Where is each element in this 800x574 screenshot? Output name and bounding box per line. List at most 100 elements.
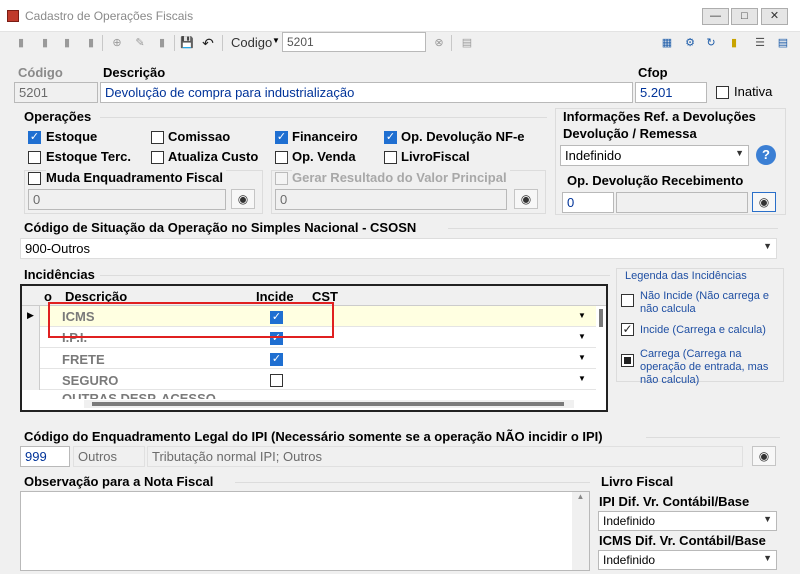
cfop-input[interactable]: 5.201 [635, 82, 707, 103]
livro-fiscal-label: LivroFiscal [401, 149, 470, 164]
op-devolucao-nfe-label: Op. Devolução NF-e [401, 129, 525, 144]
vertical-scrollbar[interactable] [596, 306, 606, 400]
delete-icon[interactable]: ▮ [155, 36, 169, 50]
devolucao-remessa-select[interactable]: Indefinido ▼ [560, 145, 749, 166]
chevron-down-icon: ▼ [735, 148, 744, 158]
observacao-textarea[interactable] [20, 491, 590, 571]
chevron-down-icon[interactable]: ▼ [578, 332, 586, 341]
save-icon[interactable]: 💾 [180, 36, 194, 50]
table-row[interactable] [40, 369, 596, 390]
atualiza-custo-checkbox[interactable] [151, 151, 164, 164]
enquadramento-code-input[interactable]: 999 [20, 446, 70, 467]
ipi-dif-select[interactable]: Indefinido ▼ [598, 511, 777, 531]
csosn-select[interactable]: 900-Outros ▼ [20, 238, 777, 259]
muda-enquadramento-label: Muda Enquadramento Fiscal [46, 170, 226, 185]
ipi-dif-label: IPI Dif. Vr. Contábil/Base [599, 494, 750, 509]
op-recebimento-code-input[interactable]: 0 [562, 192, 614, 213]
op-venda-checkbox[interactable] [275, 151, 288, 164]
toolbar-separator [174, 35, 175, 51]
toolbar-codigo-input[interactable]: 5201 [282, 32, 426, 52]
observacao-group-line [235, 482, 590, 483]
maximize-button[interactable]: □ [731, 8, 758, 25]
descricao-input[interactable]: Devolução de compra para industrializaçã… [100, 82, 633, 103]
legend-incide-checkbox: ✓ [621, 322, 634, 336]
list-icon[interactable]: ☰ [753, 36, 767, 50]
window-list-icon[interactable]: ▦ [660, 36, 674, 50]
clear-icon[interactable]: ⊗ [432, 36, 446, 50]
inativa-checkbox[interactable] [716, 86, 729, 99]
window-title: Cadastro de Operações Fiscais [25, 9, 194, 23]
csosn-group-line [448, 228, 778, 229]
binoculars-icon[interactable]: ◉ [514, 189, 538, 209]
observacao-scrollbar[interactable]: ▲ [572, 492, 589, 570]
operacoes-group-line [100, 117, 547, 118]
binoculars-icon[interactable]: ◉ [231, 189, 255, 209]
minimize-button[interactable]: — [702, 8, 729, 25]
help-icon[interactable]: ? [756, 145, 776, 165]
legenda-title: Legenda das Incidências [622, 270, 750, 283]
enquadramento-group-input: Outros [73, 446, 145, 467]
edit-icon[interactable]: ✎ [133, 36, 147, 50]
chevron-down-icon[interactable]: ▼ [272, 36, 280, 45]
op-venda-label: Op. Venda [292, 149, 356, 164]
first-record-icon[interactable]: ▮ [14, 36, 28, 50]
op-devolucao-nfe-checkbox[interactable]: ✓ [384, 131, 397, 144]
toolbar-separator [102, 35, 103, 51]
codigo-input[interactable]: 5201 [14, 82, 98, 103]
enquadramento-description-input: Tributação normal IPI; Outros [147, 446, 743, 467]
csosn-label: Código de Situação da Operação no Simple… [24, 220, 417, 235]
note-icon[interactable]: ▮ [727, 36, 741, 50]
comissao-checkbox[interactable] [151, 131, 164, 144]
highlight-box [48, 302, 334, 338]
undo-icon[interactable]: ↶ [201, 36, 215, 50]
estoque-checkbox[interactable]: ✓ [28, 131, 41, 144]
row-incide-checkbox[interactable]: ✓ [270, 353, 283, 366]
settings-icon[interactable]: ⚙ [683, 36, 697, 50]
toolbar-separator [451, 35, 452, 51]
chevron-down-icon: ▼ [763, 553, 772, 563]
op-recebimento-description [616, 192, 748, 213]
last-record-icon[interactable]: ▮ [84, 36, 98, 50]
enquadramento-ipi-label: Código do Enquadramento Legal do IPI (Ne… [24, 429, 603, 444]
muda-enquadramento-input[interactable]: 0 [28, 189, 226, 210]
close-button[interactable]: ✕ [761, 8, 788, 25]
descricao-label: Descrição [103, 65, 166, 80]
atualiza-custo-label: Atualiza Custo [168, 149, 259, 164]
chevron-down-icon[interactable]: ▼ [578, 353, 586, 362]
icms-dif-select[interactable]: Indefinido ▼ [598, 550, 777, 570]
legend-nao-incide-checkbox [621, 294, 634, 307]
financeiro-checkbox[interactable]: ✓ [275, 131, 288, 144]
previous-record-icon[interactable]: ▮ [38, 36, 52, 50]
chevron-down-icon[interactable]: ▼ [578, 374, 586, 383]
table-row[interactable] [40, 348, 596, 369]
binoculars-icon[interactable]: ◉ [752, 192, 776, 212]
chevron-down-icon: ▼ [763, 241, 772, 251]
refresh-icon[interactable]: ↻ [704, 36, 718, 50]
devolucao-remessa-value: Indefinido [565, 148, 622, 163]
horizontal-scrollbar[interactable] [84, 400, 574, 408]
row-descricao: FRETE [62, 352, 105, 367]
ipi-dif-value: Indefinido [603, 514, 656, 528]
gerar-resultado-checkbox[interactable] [275, 172, 288, 185]
legend-carrega-checkbox [621, 354, 634, 367]
row-descricao: OUTRAS DESP. ACESSO [62, 392, 262, 399]
next-record-icon[interactable]: ▮ [60, 36, 74, 50]
binoculars-icon[interactable]: ◉ [752, 446, 776, 466]
comissao-label: Comissao [168, 129, 231, 144]
estoque-terc-checkbox[interactable] [28, 151, 41, 164]
legend-nao-incide-text: Não Incide (Não carrega e não calcula [640, 290, 770, 315]
new-icon[interactable]: ⊕ [110, 36, 124, 50]
row-descricao: SEGURO [62, 373, 119, 388]
estoque-terc-label: Estoque Terc. [46, 149, 132, 164]
chevron-down-icon[interactable]: ▼ [578, 311, 586, 320]
incidencias-grid: o Descrição Incide CST ▶ ICMS ✓ ▼ I.P.I.… [20, 284, 608, 412]
gerar-resultado-input[interactable]: 0 [275, 189, 507, 210]
search-window-icon[interactable]: ▤ [460, 36, 474, 50]
muda-enquadramento-checkbox[interactable] [28, 172, 41, 185]
cfop-label: Cfop [638, 65, 668, 80]
livro-fiscal-checkbox[interactable] [384, 151, 397, 164]
export-icon[interactable]: ▤ [776, 36, 790, 50]
row-incide-checkbox[interactable] [270, 374, 283, 387]
enquadramento-group-line [646, 437, 780, 438]
inativa-label: Inativa [734, 84, 773, 99]
